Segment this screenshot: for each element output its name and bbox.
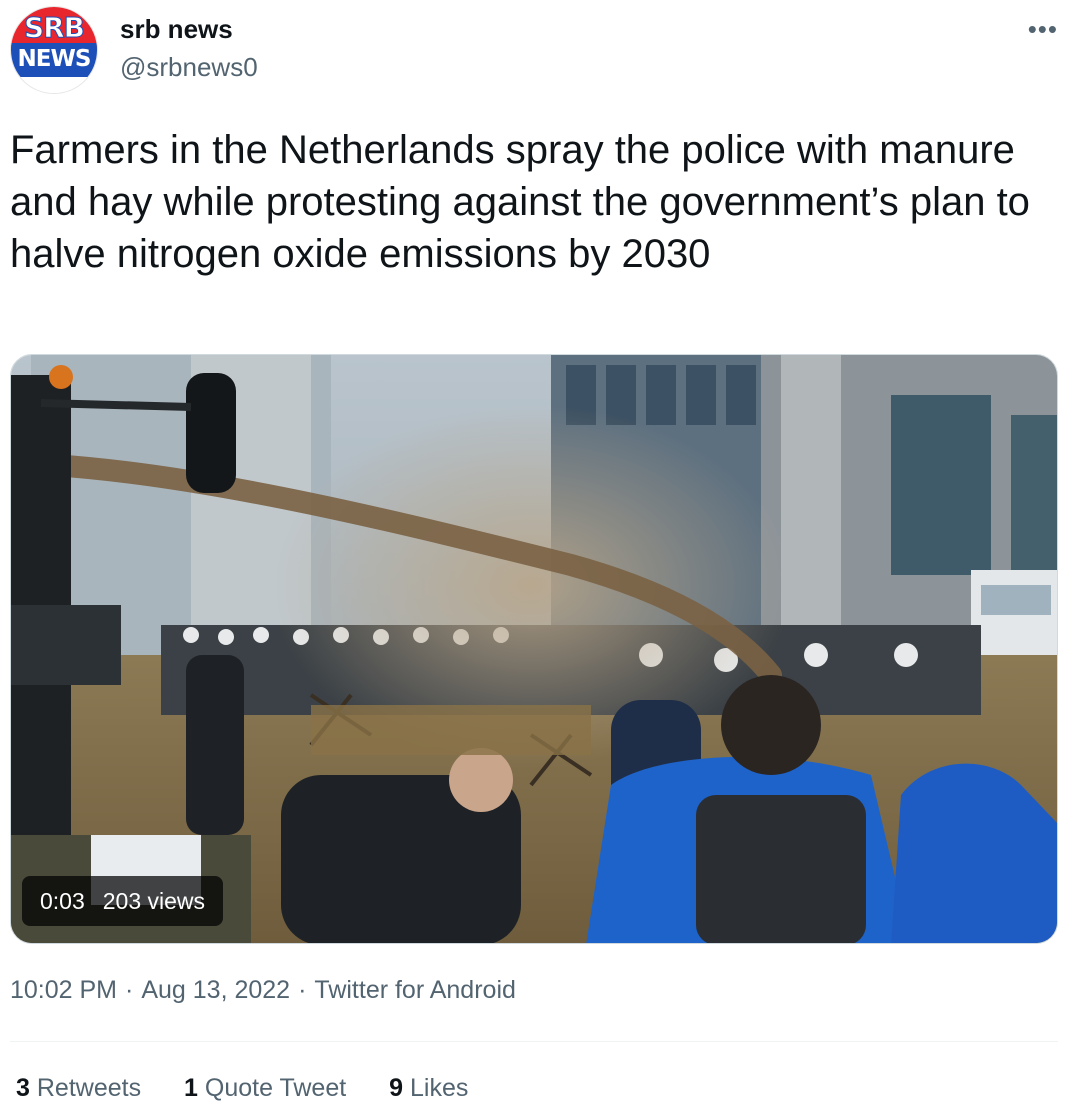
- video-duration: 0:03: [40, 888, 85, 914]
- tweet-header: SRB NEWS srb news @srbnews0 •••: [0, 0, 1080, 110]
- quotes-count: 1: [184, 1074, 198, 1102]
- avatar-logo-text-bottom: NEWS: [17, 46, 92, 72]
- meta-separator: ·: [125, 976, 134, 1004]
- video-stats-badge: 0:03 203 views: [22, 876, 224, 926]
- tweet-date[interactable]: Aug 13, 2022: [141, 976, 290, 1004]
- tweet-meta: 10:02 PM · Aug 13, 2022 · Twitter for Androi…: [10, 976, 516, 1005]
- tweet-time[interactable]: 10:02 PM: [10, 976, 117, 1004]
- avatar-logo-text-top: SRB: [23, 11, 85, 45]
- video-player[interactable]: [10, 354, 1058, 944]
- author-handle[interactable]: @srbnews0: [120, 52, 258, 83]
- divider: [10, 1041, 1058, 1042]
- likes-label: Likes: [410, 1074, 469, 1102]
- retweets-stat[interactable]: 3 Retweets: [16, 1074, 141, 1103]
- more-options-button[interactable]: •••: [1028, 14, 1058, 45]
- engagement-stats: 3 Retweets 1 Quote Tweet 9 Likes: [16, 1074, 504, 1103]
- quote-tweets-stat[interactable]: 1 Quote Tweet: [184, 1074, 346, 1103]
- tweet-text: Farmers in the Netherlands spray the pol…: [10, 128, 1030, 276]
- ellipsis-icon: •••: [1027, 14, 1058, 44]
- avatar[interactable]: SRB NEWS: [10, 6, 98, 94]
- author-display-name[interactable]: srb news: [120, 14, 233, 45]
- likes-count: 9: [389, 1074, 404, 1102]
- quotes-label: Quote Tweet: [204, 1074, 347, 1102]
- meta-separator: ·: [298, 976, 307, 1004]
- retweets-label: Retweets: [36, 1074, 142, 1102]
- retweets-count: 3: [16, 1074, 30, 1102]
- tweet-source[interactable]: Twitter for Android: [314, 976, 515, 1004]
- video-views: 203 views: [102, 888, 206, 914]
- likes-stat[interactable]: 9 Likes: [389, 1074, 468, 1103]
- video-thumbnail: [11, 355, 1057, 943]
